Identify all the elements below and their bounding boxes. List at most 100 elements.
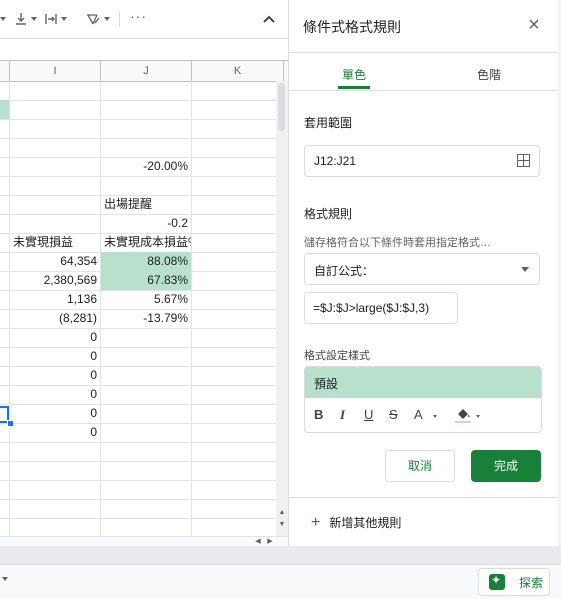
cell-i[interactable]: 0 bbox=[10, 347, 101, 366]
column-header-h[interactable] bbox=[0, 61, 10, 81]
more-options-icon[interactable]: ··· bbox=[130, 7, 147, 25]
scroll-up-arrow[interactable]: ▲ bbox=[276, 509, 288, 517]
cell-k[interactable] bbox=[192, 385, 284, 404]
scrollbar-thumb[interactable] bbox=[278, 83, 285, 131]
cell-j[interactable] bbox=[101, 385, 192, 404]
collapse-toolbar-button[interactable] bbox=[263, 10, 275, 28]
cell-h[interactable] bbox=[0, 461, 10, 480]
add-rule-button[interactable]: + 新增其他規則 bbox=[311, 514, 401, 531]
cell-k[interactable] bbox=[192, 461, 284, 480]
cell-h[interactable] bbox=[0, 518, 10, 537]
cell-i[interactable]: 0 bbox=[10, 328, 101, 347]
cell-k[interactable] bbox=[192, 271, 284, 290]
cell-i[interactable] bbox=[10, 499, 101, 518]
cell-h[interactable] bbox=[0, 100, 10, 119]
cell-h[interactable] bbox=[0, 214, 10, 233]
cell-j[interactable]: -20.00% bbox=[101, 157, 192, 176]
cell-k[interactable] bbox=[192, 328, 284, 347]
cell-i[interactable] bbox=[10, 100, 101, 119]
horizontal-scrollbar[interactable]: ◀ ▶ bbox=[0, 536, 288, 546]
cell-j[interactable] bbox=[101, 499, 192, 518]
cell-j[interactable]: 88.08% bbox=[101, 252, 192, 271]
cell-i[interactable]: 0 bbox=[10, 366, 101, 385]
cancel-button[interactable]: 取消 bbox=[385, 450, 455, 482]
cell-h[interactable] bbox=[0, 347, 10, 366]
cell-i[interactable] bbox=[10, 518, 101, 537]
cell-j[interactable]: 67.83% bbox=[101, 271, 192, 290]
cell-k[interactable] bbox=[192, 252, 284, 271]
cell-h[interactable] bbox=[0, 366, 10, 385]
cell-j[interactable] bbox=[101, 518, 192, 537]
cell-k[interactable] bbox=[192, 157, 284, 176]
cell-i[interactable] bbox=[10, 214, 101, 233]
cell-i[interactable] bbox=[10, 442, 101, 461]
style-preview[interactable]: 預設 bbox=[305, 367, 541, 398]
custom-formula-input[interactable]: =$J:$J>large($J:$J,3) bbox=[304, 292, 458, 324]
cell-j[interactable] bbox=[101, 100, 192, 119]
cell-j[interactable] bbox=[101, 423, 192, 442]
italic-button[interactable]: I bbox=[340, 407, 345, 423]
cell-k[interactable] bbox=[192, 347, 284, 366]
cell-j[interactable] bbox=[101, 138, 192, 157]
cell-i[interactable] bbox=[10, 157, 101, 176]
cell-h[interactable] bbox=[0, 176, 10, 195]
cell-i[interactable]: 1,136 bbox=[10, 290, 101, 309]
cell-j[interactable] bbox=[101, 328, 192, 347]
explore-button[interactable]: 探索 bbox=[478, 568, 550, 596]
cell-i[interactable] bbox=[10, 119, 101, 138]
cell-h[interactable] bbox=[0, 195, 10, 214]
cell-h[interactable] bbox=[0, 328, 10, 347]
done-button[interactable]: 完成 bbox=[471, 450, 541, 482]
cell-i[interactable] bbox=[10, 138, 101, 157]
cell-j[interactable] bbox=[101, 442, 192, 461]
cell-i[interactable] bbox=[10, 176, 101, 195]
scroll-left-arrow[interactable]: ◀ bbox=[252, 538, 264, 546]
text-rotation-button[interactable] bbox=[85, 10, 110, 28]
cell-k[interactable] bbox=[192, 100, 284, 119]
cell-k[interactable] bbox=[192, 290, 284, 309]
cell-k[interactable] bbox=[192, 233, 284, 252]
strikethrough-button[interactable]: S bbox=[389, 407, 398, 423]
condition-dropdown[interactable]: 自訂公式： bbox=[304, 253, 540, 285]
scroll-right-arrow[interactable]: ▶ bbox=[264, 538, 276, 546]
cell-j[interactable] bbox=[101, 119, 192, 138]
cell-i[interactable]: 64,354 bbox=[10, 252, 101, 271]
cell-j[interactable]: 未實現成本損益% bbox=[101, 233, 192, 252]
cell-k[interactable] bbox=[192, 214, 284, 233]
cell-h[interactable] bbox=[0, 252, 10, 271]
column-header-k[interactable]: K bbox=[192, 61, 284, 81]
column-header-i[interactable]: I bbox=[10, 61, 101, 81]
cell-h[interactable] bbox=[0, 309, 10, 328]
cell-h[interactable] bbox=[0, 81, 10, 100]
cell-j[interactable]: 5.67% bbox=[101, 290, 192, 309]
sheet-menu-caret-icon[interactable] bbox=[2, 577, 8, 581]
cell-j[interactable] bbox=[101, 347, 192, 366]
cell-i[interactable]: 0 bbox=[10, 385, 101, 404]
cell-h[interactable] bbox=[0, 119, 10, 138]
cell-i[interactable] bbox=[10, 480, 101, 499]
cell-i[interactable] bbox=[10, 461, 101, 480]
cell-k[interactable] bbox=[192, 480, 284, 499]
cell-j[interactable] bbox=[101, 404, 192, 423]
cell-i[interactable]: 0 bbox=[10, 423, 101, 442]
cell-j[interactable] bbox=[101, 480, 192, 499]
cell-k[interactable] bbox=[192, 309, 284, 328]
cell-k[interactable] bbox=[192, 499, 284, 518]
cell-k[interactable] bbox=[192, 366, 284, 385]
vertical-align-button[interactable] bbox=[14, 10, 37, 28]
cell-j[interactable] bbox=[101, 81, 192, 100]
text-color-button[interactable]: A bbox=[414, 407, 423, 423]
fill-handle[interactable] bbox=[7, 420, 14, 427]
cell-j[interactable] bbox=[101, 176, 192, 195]
cell-h[interactable] bbox=[0, 157, 10, 176]
cell-j[interactable] bbox=[101, 366, 192, 385]
select-range-grid-icon[interactable] bbox=[517, 154, 530, 167]
cell-i[interactable]: 0 bbox=[10, 404, 101, 423]
cell-k[interactable] bbox=[192, 138, 284, 157]
vertical-scrollbar[interactable]: ▲ ▼ bbox=[276, 81, 288, 536]
bold-button[interactable]: B bbox=[314, 407, 323, 423]
cell-i[interactable]: (8,281) bbox=[10, 309, 101, 328]
tab-single-color[interactable]: 單色 bbox=[342, 66, 366, 83]
cell-k[interactable] bbox=[192, 176, 284, 195]
close-icon[interactable]: × bbox=[525, 15, 543, 35]
